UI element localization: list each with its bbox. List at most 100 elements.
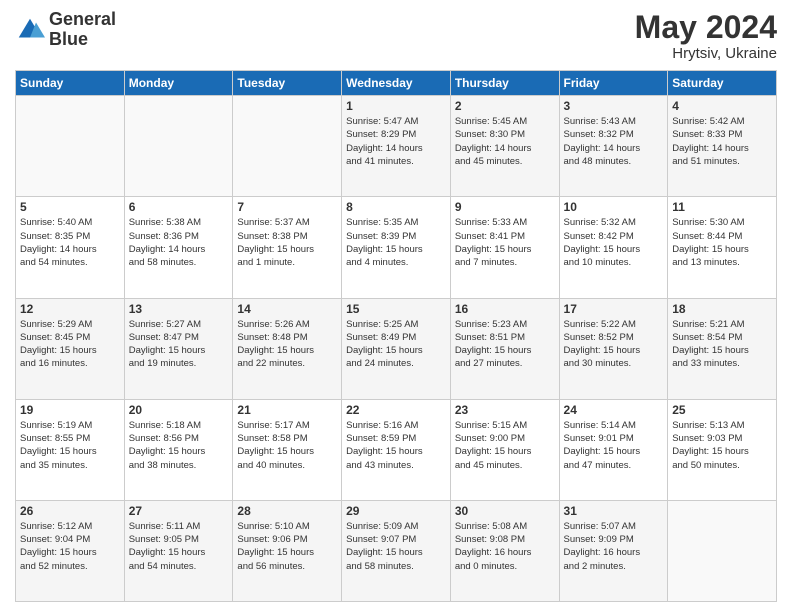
table-row: 22 Sunrise: 5:16 AM Sunset: 8:59 PM Dayli… bbox=[342, 399, 451, 500]
day-number: 24 bbox=[564, 403, 664, 417]
day-number: 14 bbox=[237, 302, 337, 316]
table-row: 2Sunrise: 5:45 AM Sunset: 8:30 PM Daylig… bbox=[450, 96, 559, 197]
title-block: May 2024 Hrytsiv, Ukraine bbox=[635, 10, 777, 62]
table-row: 1 Sunrise: 5:47 AM Sunset: 8:29 PM Daylig… bbox=[342, 96, 451, 197]
day-info: Sunrise: 5:16 AM Sunset: 8:59 PM Dayligh… bbox=[346, 419, 446, 472]
day-info: Sunrise: 5:37 AM Sunset: 8:38 PM Dayligh… bbox=[237, 216, 337, 269]
day-info: Sunrise: 5:22 AM Sunset: 8:52 PM Dayligh… bbox=[564, 318, 664, 371]
day-number: 26 bbox=[20, 504, 120, 518]
logo-text: General Blue bbox=[49, 10, 116, 50]
table-row: 7 Sunrise: 5:37 AM Sunset: 8:38 PM Daylig… bbox=[233, 197, 342, 298]
day-info: Sunrise: 5:14 AM Sunset: 9:01 PM Dayligh… bbox=[564, 419, 664, 472]
day-info: Sunrise: 5:30 AM Sunset: 8:44 PM Dayligh… bbox=[672, 216, 772, 269]
day-info: Sunrise: 5:09 AM Sunset: 9:07 PM Dayligh… bbox=[346, 520, 446, 573]
table-row: 25 Sunrise: 5:13 AM Sunset: 9:03 PM Dayli… bbox=[668, 399, 777, 500]
day-number: 6 bbox=[129, 200, 229, 214]
day-info: Sunrise: 5:18 AM Sunset: 8:56 PM Dayligh… bbox=[129, 419, 229, 472]
table-row: 5Sunrise: 5:40 AM Sunset: 8:35 PM Daylig… bbox=[16, 197, 125, 298]
table-row: 30Sunrise: 5:08 AM Sunset: 9:08 PM Dayli… bbox=[450, 500, 559, 601]
table-row bbox=[16, 96, 125, 197]
table-row: 10 Sunrise: 5:32 AM Sunset: 8:42 PM Dayli… bbox=[559, 197, 668, 298]
table-row: 12Sunrise: 5:29 AM Sunset: 8:45 PM Dayli… bbox=[16, 298, 125, 399]
table-row: 9 Sunrise: 5:33 AM Sunset: 8:41 PM Daylig… bbox=[450, 197, 559, 298]
day-number: 21 bbox=[237, 403, 337, 417]
table-row bbox=[233, 96, 342, 197]
col-friday: Friday bbox=[559, 71, 668, 96]
day-number: 13 bbox=[129, 302, 229, 316]
day-info: Sunrise: 5:32 AM Sunset: 8:42 PM Dayligh… bbox=[564, 216, 664, 269]
logo: General Blue bbox=[15, 10, 116, 50]
day-number: 29 bbox=[346, 504, 446, 518]
day-info: Sunrise: 5:07 AM Sunset: 9:09 PM Dayligh… bbox=[564, 520, 664, 573]
day-number: 25 bbox=[672, 403, 772, 417]
table-row: 11 Sunrise: 5:30 AM Sunset: 8:44 PM Dayli… bbox=[668, 197, 777, 298]
calendar-table: Sunday Monday Tuesday Wednesday Thursday… bbox=[15, 70, 777, 602]
day-info: Sunrise: 5:17 AM Sunset: 8:58 PM Dayligh… bbox=[237, 419, 337, 472]
table-row: 20Sunrise: 5:18 AM Sunset: 8:56 PM Dayli… bbox=[124, 399, 233, 500]
day-number: 15 bbox=[346, 302, 446, 316]
calendar-week-row: 19 Sunrise: 5:19 AM Sunset: 8:55 PM Dayli… bbox=[16, 399, 777, 500]
col-thursday: Thursday bbox=[450, 71, 559, 96]
day-info: Sunrise: 5:11 AM Sunset: 9:05 PM Dayligh… bbox=[129, 520, 229, 573]
day-number: 16 bbox=[455, 302, 555, 316]
col-sunday: Sunday bbox=[16, 71, 125, 96]
day-number: 11 bbox=[672, 200, 772, 214]
table-row: 18Sunrise: 5:21 AM Sunset: 8:54 PM Dayli… bbox=[668, 298, 777, 399]
day-info: Sunrise: 5:47 AM Sunset: 8:29 PM Dayligh… bbox=[346, 115, 446, 168]
day-info: Sunrise: 5:33 AM Sunset: 8:41 PM Dayligh… bbox=[455, 216, 555, 269]
table-row: 27 Sunrise: 5:11 AM Sunset: 9:05 PM Dayli… bbox=[124, 500, 233, 601]
logo-line1: General bbox=[49, 10, 116, 30]
day-number: 8 bbox=[346, 200, 446, 214]
day-info: Sunrise: 5:13 AM Sunset: 9:03 PM Dayligh… bbox=[672, 419, 772, 472]
day-number: 10 bbox=[564, 200, 664, 214]
calendar-week-row: 5Sunrise: 5:40 AM Sunset: 8:35 PM Daylig… bbox=[16, 197, 777, 298]
table-row: 6 Sunrise: 5:38 AM Sunset: 8:36 PM Daylig… bbox=[124, 197, 233, 298]
day-info: Sunrise: 5:23 AM Sunset: 8:51 PM Dayligh… bbox=[455, 318, 555, 371]
logo-icon bbox=[15, 15, 45, 45]
table-row: 31 Sunrise: 5:07 AM Sunset: 9:09 PM Dayli… bbox=[559, 500, 668, 601]
col-wednesday: Wednesday bbox=[342, 71, 451, 96]
day-info: Sunrise: 5:29 AM Sunset: 8:45 PM Dayligh… bbox=[20, 318, 120, 371]
table-row: 15 Sunrise: 5:25 AM Sunset: 8:49 PM Dayli… bbox=[342, 298, 451, 399]
day-info: Sunrise: 5:35 AM Sunset: 8:39 PM Dayligh… bbox=[346, 216, 446, 269]
day-number: 3 bbox=[564, 99, 664, 113]
day-number: 22 bbox=[346, 403, 446, 417]
table-row: 17 Sunrise: 5:22 AM Sunset: 8:52 PM Dayli… bbox=[559, 298, 668, 399]
day-number: 7 bbox=[237, 200, 337, 214]
day-number: 27 bbox=[129, 504, 229, 518]
day-number: 17 bbox=[564, 302, 664, 316]
day-info: Sunrise: 5:25 AM Sunset: 8:49 PM Dayligh… bbox=[346, 318, 446, 371]
day-number: 9 bbox=[455, 200, 555, 214]
day-number: 19 bbox=[20, 403, 120, 417]
table-row: 29 Sunrise: 5:09 AM Sunset: 9:07 PM Dayli… bbox=[342, 500, 451, 601]
calendar-week-row: 12Sunrise: 5:29 AM Sunset: 8:45 PM Dayli… bbox=[16, 298, 777, 399]
col-saturday: Saturday bbox=[668, 71, 777, 96]
day-info: Sunrise: 5:38 AM Sunset: 8:36 PM Dayligh… bbox=[129, 216, 229, 269]
day-info: Sunrise: 5:08 AM Sunset: 9:08 PM Dayligh… bbox=[455, 520, 555, 573]
table-row: 26 Sunrise: 5:12 AM Sunset: 9:04 PM Dayli… bbox=[16, 500, 125, 601]
table-row: 8 Sunrise: 5:35 AM Sunset: 8:39 PM Daylig… bbox=[342, 197, 451, 298]
day-number: 4 bbox=[672, 99, 772, 113]
table-row: 21 Sunrise: 5:17 AM Sunset: 8:58 PM Dayli… bbox=[233, 399, 342, 500]
col-tuesday: Tuesday bbox=[233, 71, 342, 96]
table-row: 13 Sunrise: 5:27 AM Sunset: 8:47 PM Dayli… bbox=[124, 298, 233, 399]
day-info: Sunrise: 5:10 AM Sunset: 9:06 PM Dayligh… bbox=[237, 520, 337, 573]
calendar-week-row: 1 Sunrise: 5:47 AM Sunset: 8:29 PM Daylig… bbox=[16, 96, 777, 197]
day-number: 23 bbox=[455, 403, 555, 417]
title-month: May 2024 bbox=[635, 10, 777, 45]
day-number: 31 bbox=[564, 504, 664, 518]
page: General Blue May 2024 Hrytsiv, Ukraine S… bbox=[0, 0, 792, 612]
day-info: Sunrise: 5:27 AM Sunset: 8:47 PM Dayligh… bbox=[129, 318, 229, 371]
day-info: Sunrise: 5:26 AM Sunset: 8:48 PM Dayligh… bbox=[237, 318, 337, 371]
table-row: 28Sunrise: 5:10 AM Sunset: 9:06 PM Dayli… bbox=[233, 500, 342, 601]
table-row: 23Sunrise: 5:15 AM Sunset: 9:00 PM Dayli… bbox=[450, 399, 559, 500]
table-row: 16 Sunrise: 5:23 AM Sunset: 8:51 PM Dayli… bbox=[450, 298, 559, 399]
day-info: Sunrise: 5:12 AM Sunset: 9:04 PM Dayligh… bbox=[20, 520, 120, 573]
day-info: Sunrise: 5:19 AM Sunset: 8:55 PM Dayligh… bbox=[20, 419, 120, 472]
day-number: 5 bbox=[20, 200, 120, 214]
day-info: Sunrise: 5:42 AM Sunset: 8:33 PM Dayligh… bbox=[672, 115, 772, 168]
day-number: 1 bbox=[346, 99, 446, 113]
title-location: Hrytsiv, Ukraine bbox=[635, 45, 777, 62]
calendar-header-row: Sunday Monday Tuesday Wednesday Thursday… bbox=[16, 71, 777, 96]
day-info: Sunrise: 5:45 AM Sunset: 8:30 PM Dayligh… bbox=[455, 115, 555, 168]
